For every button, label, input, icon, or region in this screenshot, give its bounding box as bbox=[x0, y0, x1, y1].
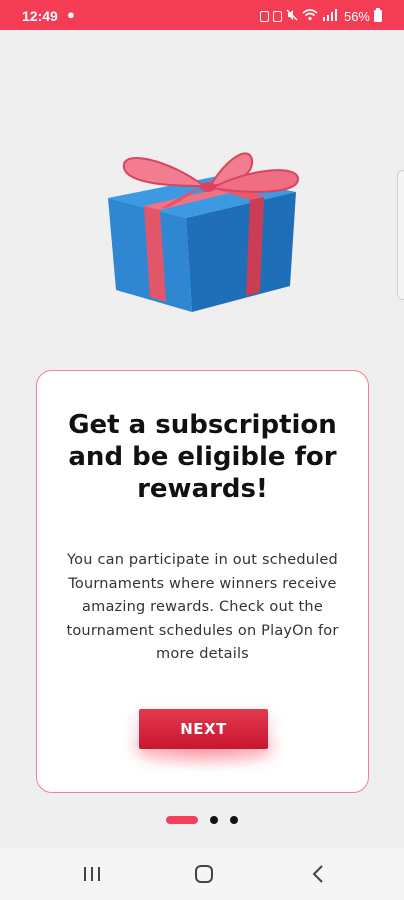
page-indicator-active[interactable] bbox=[166, 816, 198, 824]
notification-icon bbox=[259, 10, 269, 22]
edge-panel-handle[interactable] bbox=[397, 170, 404, 300]
notification-icon-2 bbox=[272, 10, 282, 22]
notification-app-icon: ● bbox=[67, 7, 75, 22]
recent-apps-icon[interactable] bbox=[78, 862, 106, 886]
system-navigation-bar bbox=[0, 848, 404, 900]
onboarding-description: You can participate in out scheduled Tou… bbox=[66, 552, 339, 662]
status-bar: 12:49 ● 56% bbox=[0, 0, 404, 30]
battery-icon bbox=[374, 8, 382, 22]
onboarding-card: Get a subscription and be eligible for r… bbox=[36, 370, 369, 793]
signal-icon bbox=[322, 8, 338, 24]
page-indicator-dot[interactable] bbox=[230, 816, 238, 824]
battery-percent: 56% bbox=[343, 8, 370, 24]
wifi-icon bbox=[302, 8, 318, 24]
onboarding-title: Get a subscription and be eligible for r… bbox=[68, 410, 337, 504]
status-time: 12:49 bbox=[22, 8, 58, 24]
page-indicator bbox=[0, 814, 404, 826]
back-icon[interactable] bbox=[304, 862, 332, 886]
gift-box-icon bbox=[108, 152, 299, 312]
next-button[interactable]: NEXT bbox=[139, 709, 268, 749]
status-indicators: 56% bbox=[259, 8, 382, 24]
page-indicator-dot[interactable] bbox=[210, 816, 218, 824]
mute-icon bbox=[286, 8, 298, 24]
home-icon[interactable] bbox=[190, 862, 218, 886]
